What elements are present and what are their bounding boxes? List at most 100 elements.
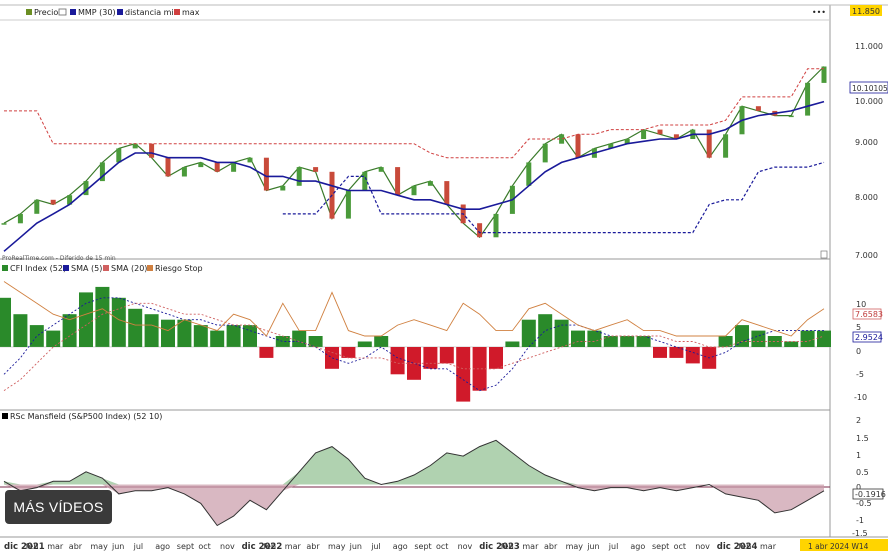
- legend-label-mmp: MMP (30): [78, 8, 116, 17]
- cfi-bar: [0, 297, 11, 347]
- time-label: dic 2022: [242, 542, 283, 552]
- cfi-bar: [13, 314, 28, 347]
- cfi-bar: [111, 297, 126, 347]
- rsc-tick: -0.5: [856, 499, 872, 508]
- rsc-tick: 0.5: [856, 468, 869, 477]
- time-label: mar: [285, 542, 302, 551]
- price-candle: [427, 181, 433, 186]
- legend-swatch-max: [174, 9, 180, 15]
- price-candle: [788, 115, 794, 118]
- price-candle: [755, 106, 761, 111]
- cfi-bar: [669, 347, 684, 358]
- cfi-bar: [210, 330, 225, 347]
- settings-icon[interactable]: [58, 8, 67, 16]
- cfi-bar: [374, 336, 389, 347]
- time-label: ago: [155, 542, 170, 551]
- price-candle: [575, 134, 581, 158]
- legend-label-precio: Precio: [34, 8, 58, 17]
- info-icon[interactable]: [820, 250, 828, 259]
- rsc-tick: -1: [856, 516, 864, 525]
- cfi-bar: [521, 319, 536, 347]
- cfi-bar: [226, 325, 241, 347]
- time-label: abr: [544, 542, 558, 551]
- legend-swatch-riesgo: [147, 265, 153, 271]
- legend-label-cfi: CFI Index (52): [10, 264, 66, 273]
- legend-swatch-distancia: [117, 9, 123, 15]
- cfi-bar: [29, 325, 44, 347]
- rsc-tick: -1.5: [852, 529, 868, 538]
- price-candle: [395, 167, 401, 196]
- indicator-tick: 5: [856, 323, 861, 332]
- price-tick: 7.000: [855, 251, 878, 260]
- price-candle: [296, 167, 302, 186]
- cfi-bar: [46, 330, 61, 347]
- cfi-bar: [653, 347, 667, 358]
- cfi-bar: [735, 325, 749, 347]
- cfi-bar: [784, 341, 799, 347]
- cfi-bar: [193, 325, 208, 347]
- cfi-bar: [439, 347, 454, 364]
- cfi-bar: [603, 336, 618, 347]
- cfi-bar: [571, 330, 585, 347]
- time-label: abr: [306, 542, 320, 551]
- indicator-badge-1-text: 7.6583: [855, 310, 883, 319]
- price-tick: 11.000: [855, 42, 883, 51]
- rsc-tick: 2: [856, 416, 861, 425]
- time-label: mar: [760, 542, 777, 551]
- time-label: oct: [436, 542, 448, 551]
- cfi-bar: [800, 330, 815, 347]
- cfi-bar: [685, 347, 700, 364]
- price-legend: Precio MMP (30) distancia min max: [26, 8, 200, 17]
- cfi-bar: [243, 325, 257, 347]
- price-candle: [444, 181, 450, 205]
- cfi-bar: [456, 347, 471, 402]
- cfi-bar: [423, 347, 438, 369]
- cfi-bar: [620, 336, 635, 347]
- indicator-tick: 10: [856, 300, 866, 309]
- legend-label-distancia: distancia min: [125, 8, 179, 17]
- price-candle: [345, 190, 351, 219]
- window-controls[interactable]: •••: [812, 8, 826, 17]
- more-videos-button[interactable]: MÁS VÍDEOS: [5, 490, 112, 524]
- legend-label-sma5: SMA (5): [71, 264, 102, 273]
- cfi-bar: [538, 314, 553, 347]
- time-label: jun: [111, 542, 124, 551]
- cfi-bar: [390, 347, 405, 375]
- time-label: 1 abr 2024 W14: [808, 542, 869, 551]
- rsc-value-badge-text: -0.1916: [855, 490, 886, 499]
- cfi-bar: [177, 319, 192, 347]
- price-candle: [231, 162, 237, 172]
- price-tick: 9.000: [855, 138, 878, 147]
- price-candle: [132, 143, 138, 149]
- price-candle: [542, 143, 548, 163]
- source-label: ProRealTime.com - Diferido de 15 min: [2, 255, 116, 262]
- time-label: feb: [738, 542, 751, 551]
- legend-label-riesgo: Riesgo Stop: [155, 264, 203, 273]
- time-label: feb: [26, 542, 39, 551]
- price-candle: [1, 223, 7, 225]
- legend-swatch-cfi: [2, 265, 8, 271]
- rsc-legend: RSc Mansfield (S&P500 Index) (52 10): [2, 412, 162, 421]
- stock-chart: Precio MMP (30) distancia min max ••• Pr…: [0, 4, 888, 552]
- time-label: may: [90, 542, 108, 551]
- price-candle: [280, 185, 286, 191]
- indicator-tick: 0: [856, 347, 861, 356]
- time-label: abr: [69, 542, 83, 551]
- time-label: dic 2023: [479, 542, 520, 552]
- price-candle: [477, 223, 483, 238]
- legend-label-rsc: RSc Mansfield (S&P500 Index) (52 10): [10, 412, 162, 421]
- cfi-bar: [587, 330, 602, 347]
- cfi-bar: [161, 319, 175, 347]
- time-label: may: [566, 542, 584, 551]
- cfi-bar: [292, 330, 307, 347]
- price-candle: [34, 199, 40, 214]
- cfi-bar: [62, 314, 77, 347]
- price-tick: 8.000: [855, 193, 878, 202]
- time-label: ago: [630, 542, 645, 551]
- price-candle: [17, 213, 23, 224]
- legend-label-sma20: SMA (20): [111, 264, 147, 273]
- current-value-badge-text: 10.10105: [852, 84, 888, 93]
- time-label: dic 2024: [717, 542, 758, 552]
- time-label: sept: [652, 542, 669, 551]
- cfi-bar: [128, 308, 143, 347]
